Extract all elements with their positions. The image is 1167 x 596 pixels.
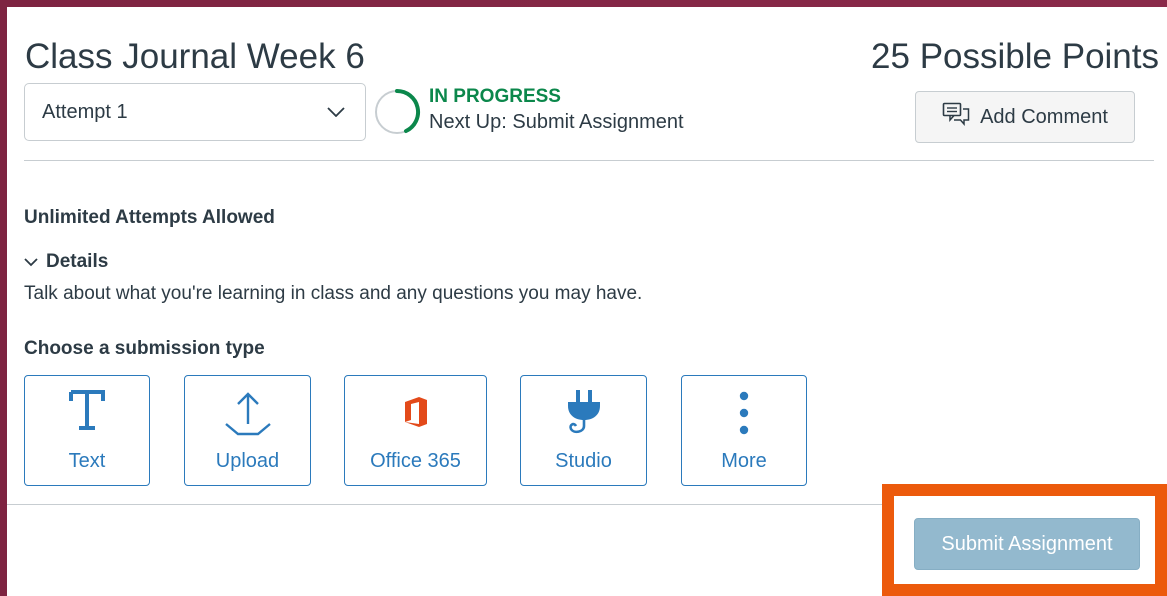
upload-icon <box>185 388 310 436</box>
submission-type-text-button[interactable]: Text <box>24 375 150 486</box>
submission-type-heading: Choose a submission type <box>24 338 265 359</box>
window-frame-top <box>0 0 1167 7</box>
assignment-panel: Class Journal Week 6 25 Possible Points … <box>7 7 1167 596</box>
comment-icon <box>942 102 970 132</box>
submission-type-label: More <box>721 450 767 472</box>
status-next-step: Next Up: Submit Assignment <box>429 111 684 133</box>
add-comment-label: Add Comment <box>980 105 1108 128</box>
progress-ring-icon <box>375 88 421 134</box>
page-title: Class Journal Week 6 <box>25 37 365 76</box>
plug-icon <box>521 388 646 436</box>
submission-type-studio-button[interactable]: Studio <box>520 375 647 486</box>
office365-icon <box>345 388 486 430</box>
window-frame-left <box>0 0 7 596</box>
more-vertical-icon <box>682 388 806 436</box>
attempt-select-value: Attempt 1 <box>42 100 128 123</box>
submission-type-office365-button[interactable]: Office 365 <box>344 375 487 486</box>
submission-type-upload-button[interactable]: Upload <box>184 375 311 486</box>
submission-type-label: Office 365 <box>370 450 461 472</box>
attempt-select[interactable]: Attempt 1 <box>24 83 366 141</box>
chevron-down-icon <box>24 251 38 273</box>
details-toggle[interactable]: Details <box>24 251 108 273</box>
status-badge: IN PROGRESS <box>429 86 561 107</box>
submission-type-more-button[interactable]: More <box>681 375 807 486</box>
possible-points: 25 Possible Points <box>871 37 1159 76</box>
attempts-allowed-text: Unlimited Attempts Allowed <box>24 207 275 228</box>
submit-assignment-button[interactable]: Submit Assignment <box>914 518 1140 570</box>
details-description: Talk about what you're learning in class… <box>24 283 643 304</box>
footer-divider <box>7 504 884 505</box>
submission-type-label: Text <box>68 450 106 472</box>
details-toggle-label: Details <box>46 251 109 272</box>
add-comment-button[interactable]: Add Comment <box>915 91 1135 143</box>
header-divider <box>24 160 1154 161</box>
submission-type-label: Upload <box>215 450 280 472</box>
text-icon <box>25 388 149 432</box>
submission-type-label: Studio <box>555 450 612 472</box>
chevron-down-icon <box>327 107 345 117</box>
